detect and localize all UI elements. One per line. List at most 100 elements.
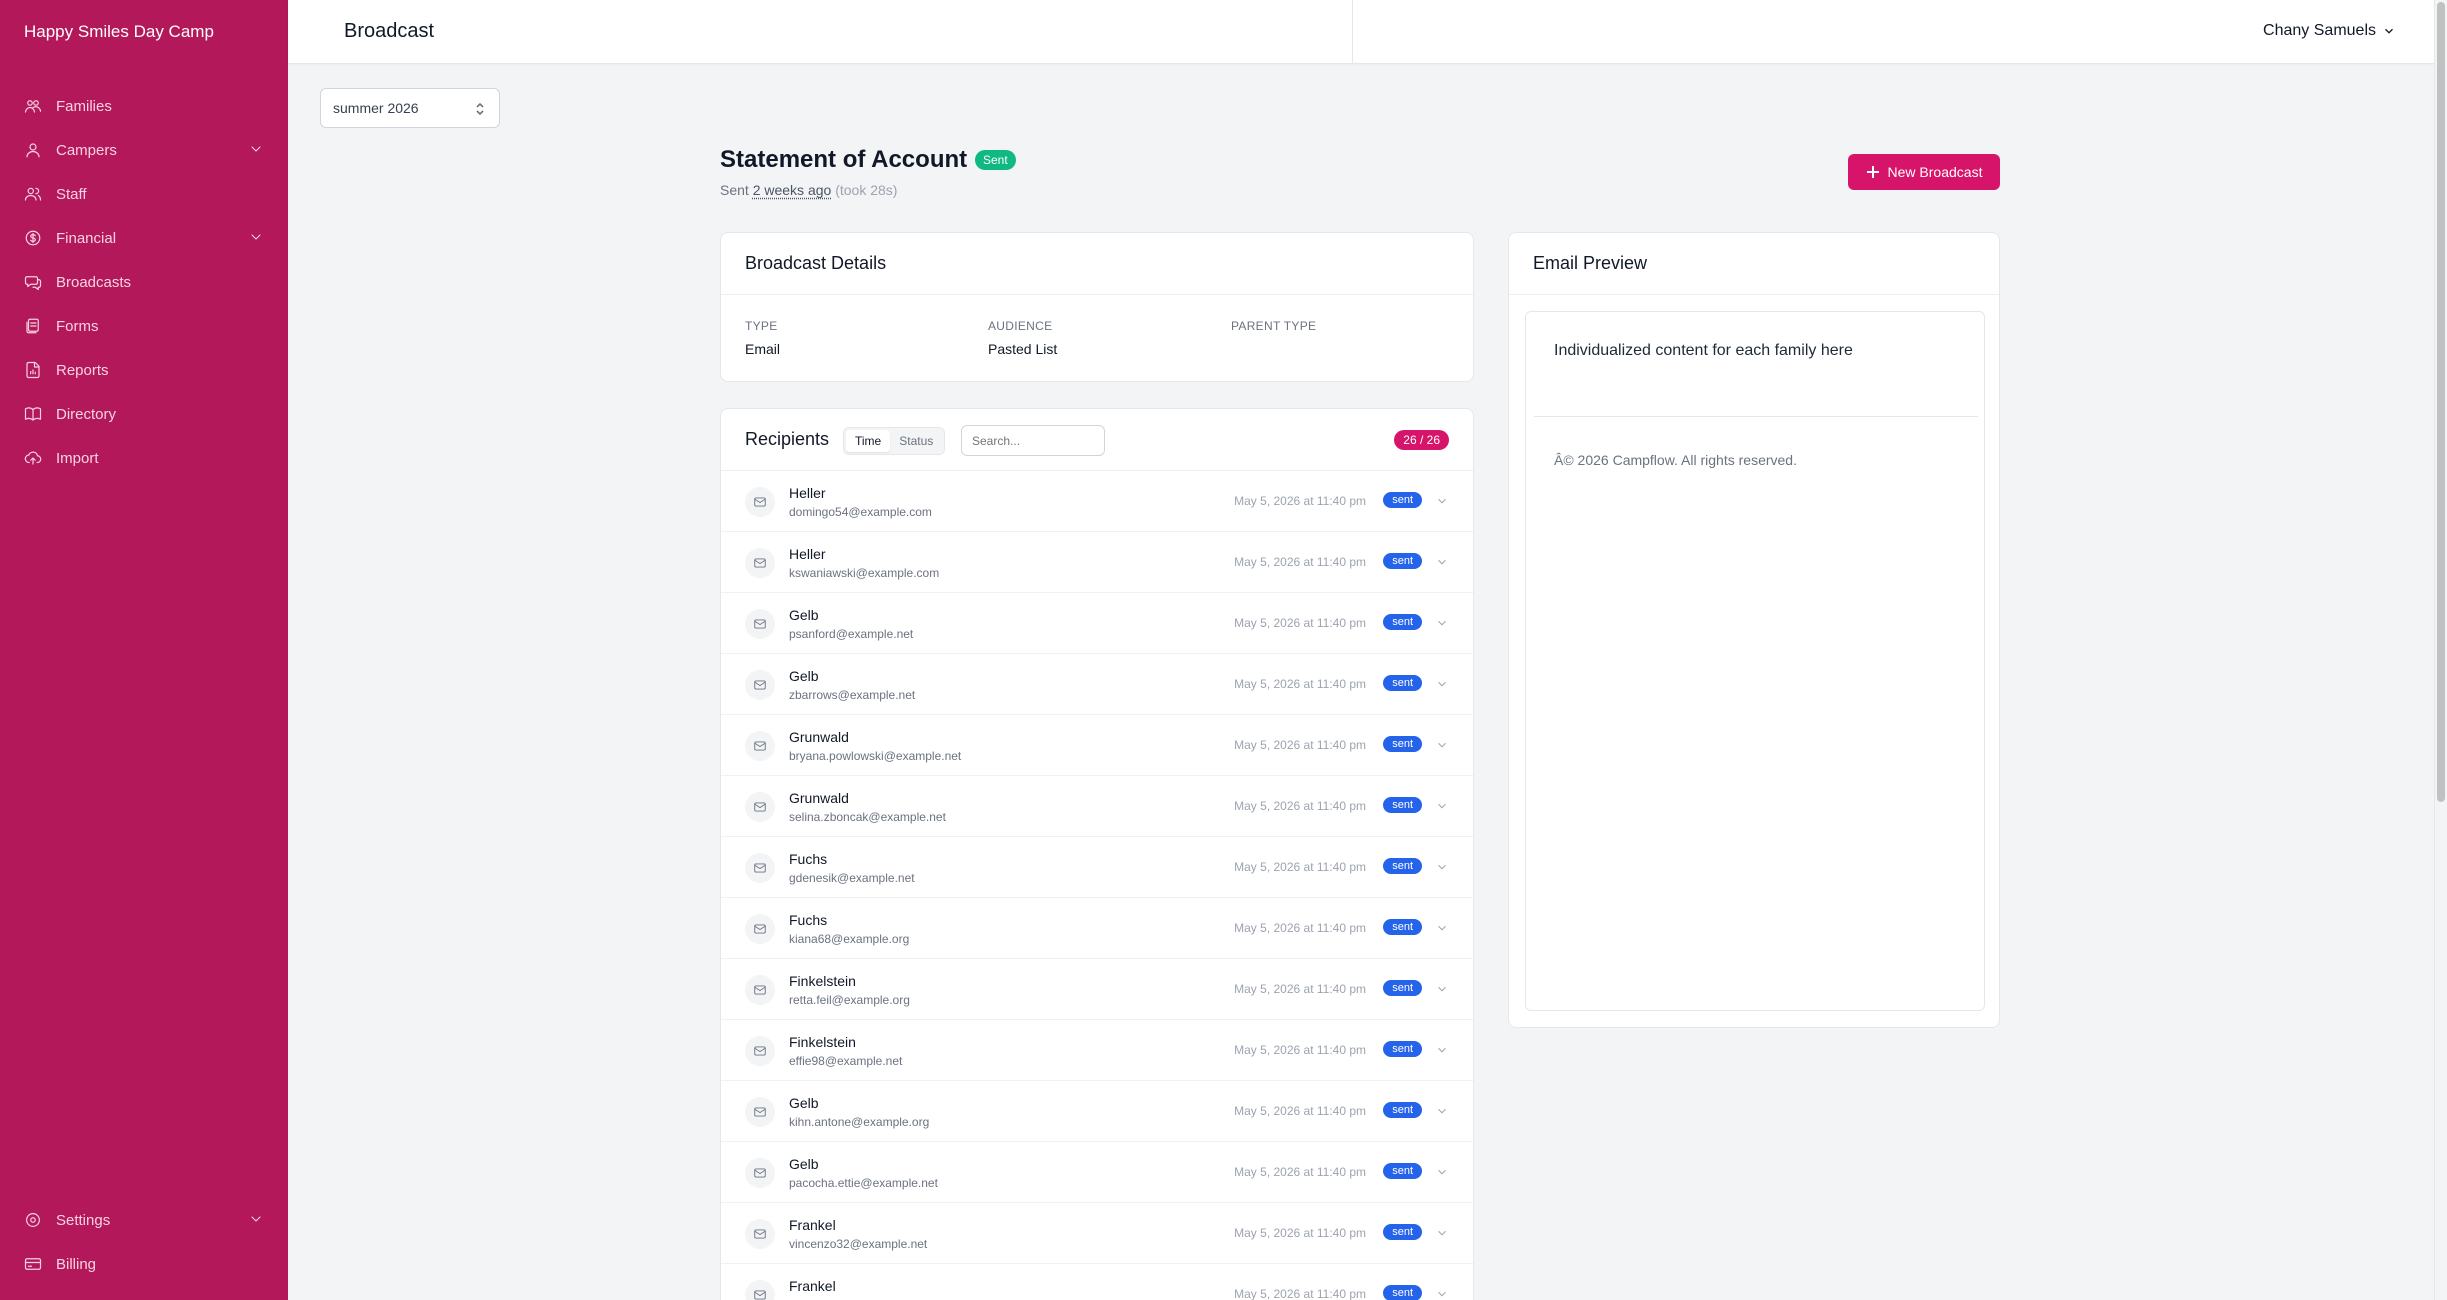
chevron-down-icon[interactable] [1435,921,1449,935]
recipient-status-badge: sent [1383,1224,1422,1240]
new-broadcast-button[interactable]: New Broadcast [1848,154,2000,190]
recipient-status-badge: sent [1383,1163,1422,1179]
recipient-time: May 5, 2026 at 11:40 pm [1234,799,1366,813]
table-row[interactable]: Gelb psanford@example.net May 5, 2026 at 1… [721,593,1473,654]
chevron-down-icon[interactable] [1435,1104,1449,1118]
detail-parent-type: PARENT TYPE [1231,319,1316,341]
sidebar-item-import[interactable]: Import [0,436,288,480]
broadcast-details-heading: Broadcast Details [721,233,1473,295]
sort-status-button[interactable]: Status [890,430,942,452]
chevron-down-icon[interactable] [1435,982,1449,996]
mail-icon [745,1036,775,1066]
sidebar-nav: Families Campers Staff Financial Broadca… [0,84,288,480]
recipient-email: bryana.powlowski@example.net [789,749,962,763]
mail-icon [745,487,775,517]
season-select[interactable]: summer 2026 [320,88,500,128]
broadcast-title: Statement of Account [720,146,968,173]
table-row[interactable]: Fuchs kiana68@example.org May 5, 2026 at 1… [721,898,1473,959]
gear-icon [26,1213,40,1227]
chevron-down-icon[interactable] [1435,1226,1449,1240]
recipient-name: Gelb [789,607,819,623]
sidebar-item-staff[interactable]: Staff [0,172,288,216]
table-row[interactable]: Grunwald bryana.powlowski@example.net May … [721,715,1473,776]
user-menu[interactable]: Chany Samuels [2263,22,2396,40]
chevron-down-icon[interactable] [1435,1043,1449,1057]
table-row[interactable]: Gelb pacocha.ettie@example.net May 5, 2026… [721,1142,1473,1203]
recipient-search-input[interactable] [961,425,1105,456]
table-row[interactable]: Frankel vincenzo32@example.net May 5, 2026… [721,1203,1473,1264]
email-preview-footer: Â© 2026 Campflow. All rights reserved. [1554,452,1797,468]
table-row[interactable]: Finkelstein retta.feil@example.org May 5, … [721,959,1473,1020]
sidebar-item-campers[interactable]: Campers [0,128,288,172]
sidebar-item-families[interactable]: Families [0,84,288,128]
table-row[interactable]: Fuchs gdenesik@example.net May 5, 2026 at … [721,837,1473,898]
sidebar-item-broadcasts[interactable]: Broadcasts [0,260,288,304]
recipient-status-badge: sent [1383,1102,1422,1118]
sidebar-bottom-nav: Settings Billing [0,1198,288,1286]
email-preview-heading: Email Preview [1509,233,1999,295]
chevron-down-icon[interactable] [1435,1165,1449,1179]
sort-time-button[interactable]: Time [846,430,891,452]
recipient-status-badge: sent [1383,1285,1422,1300]
table-row[interactable]: Frankel May 5, 2026 at 11:40 pm sent [721,1264,1473,1300]
recipient-status-badge: sent [1383,492,1422,508]
recipients-card: Recipients Time Status 26 / 26 Heller dom… [720,408,1474,1300]
chevron-down-icon[interactable] [1435,860,1449,874]
chevron-down-icon[interactable] [1435,799,1449,813]
recipient-status-badge: sent [1383,797,1422,813]
chevron-down-icon[interactable] [1435,677,1449,691]
sidebar-item-forms[interactable]: Forms [0,304,288,348]
recipient-name: Grunwald [789,790,849,806]
chevron-down-icon[interactable] [1435,738,1449,752]
page-title: Broadcast [344,20,435,42]
recipient-email: pacocha.ettie@example.net [789,1176,938,1190]
recipient-name: Finkelstein [789,973,856,989]
recipient-name: Fuchs [789,912,828,928]
users-icon [24,187,42,201]
chevron-down-icon[interactable] [1435,555,1449,569]
mail-icon [745,853,775,883]
detail-type-value: Email [745,341,781,357]
chevron-down-icon[interactable] [1435,616,1449,630]
recipient-time: May 5, 2026 at 11:40 pm [1234,1226,1366,1240]
table-row[interactable]: Gelb kihn.antone@example.org May 5, 2026 a… [721,1081,1473,1142]
table-row[interactable]: Heller kswaniawski@example.com May 5, 2026… [721,532,1473,593]
table-row[interactable]: Grunwald selina.zboncak@example.net May 5,… [721,776,1473,837]
recipients-heading: Recipients [745,429,830,449]
sidebar-item-label: Financial [56,229,117,247]
card-icon [24,1258,42,1270]
table-row[interactable]: Gelb zbarrows@example.net May 5, 2026 at 1… [721,654,1473,715]
chevron-down-icon[interactable] [248,1211,264,1227]
sidebar-item-billing[interactable]: Billing [0,1242,288,1286]
sidebar-item-label: Reports [56,361,109,379]
chevron-down-icon[interactable] [1435,494,1449,508]
recipient-email: kihn.antone@example.org [789,1115,930,1129]
user-icon [26,143,40,158]
recipient-email: retta.feil@example.org [789,993,910,1007]
sidebar-item-label: Import [56,449,99,467]
recipient-time: May 5, 2026 at 11:40 pm [1234,921,1366,935]
detail-audience: AUDIENCE Pasted List [988,319,1057,357]
recipient-email: gdenesik@example.net [789,871,915,885]
scrollbar-thumb[interactable] [2437,2,2445,802]
chat-icon [24,276,42,291]
status-badge: Sent [975,150,1016,170]
app-brand[interactable]: Happy Smiles Day Camp [24,22,214,42]
sidebar-item-settings[interactable]: Settings [0,1198,288,1242]
chevron-down-icon[interactable] [248,141,264,157]
recipient-list: Heller domingo54@example.com May 5, 2026 a… [721,471,1473,1300]
chevron-down-icon[interactable] [1435,1287,1449,1300]
sidebar-item-financial[interactable]: Financial [0,216,288,260]
table-row[interactable]: Finkelstein effie98@example.net May 5, 202… [721,1020,1473,1081]
sidebar-item-label: Staff [56,185,87,203]
email-preview-body: Individualized content for each family h… [1554,342,1853,359]
sidebar-item-directory[interactable]: Directory [0,392,288,436]
sent-ago[interactable]: 2 weeks ago [753,182,832,198]
table-row[interactable]: Heller domingo54@example.com May 5, 2026 a… [721,471,1473,532]
sidebar-item-reports[interactable]: Reports [0,348,288,392]
recipient-email: vincenzo32@example.net [789,1237,928,1251]
mail-icon [745,975,775,1005]
detail-audience-value: Pasted List [988,341,1058,357]
sidebar-item-label: Directory [56,405,117,423]
chevron-down-icon[interactable] [248,229,264,245]
